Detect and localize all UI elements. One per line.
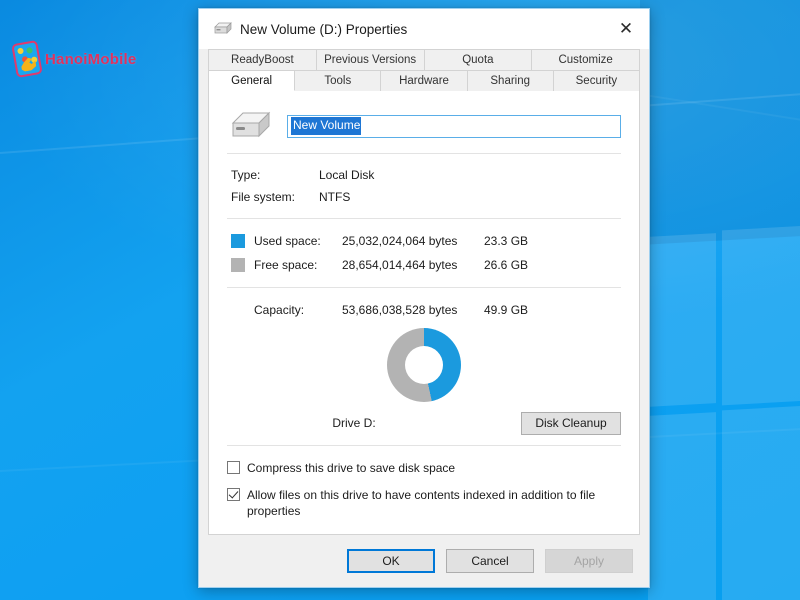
free-space-bytes: 28,654,014,464 bytes [342, 258, 484, 272]
tab-strip: ReadyBoost Previous Versions Quota Custo… [199, 49, 649, 91]
drive-info-table: Type: Local Disk File system: NTFS [231, 164, 621, 208]
divider [227, 445, 621, 446]
index-contents-checkbox[interactable] [227, 488, 240, 501]
disk-usage-donut [387, 328, 461, 402]
dialog-titlebar[interactable]: New Volume (D:) Properties ✕ [199, 9, 649, 49]
used-space-bytes: 25,032,024,064 bytes [342, 234, 484, 248]
index-contents-label: Allow files on this drive to have conten… [247, 487, 619, 519]
tab-readyboost[interactable]: ReadyBoost [209, 49, 317, 70]
wallpaper-window-pane [722, 406, 800, 600]
general-tab-panel: New Volume Type: Local Disk File system:… [208, 91, 640, 535]
drive-caption-row: Drive D: Disk Cleanup [227, 411, 621, 435]
tab-sharing[interactable]: Sharing [468, 70, 554, 91]
filesystem-label: File system: [231, 190, 319, 204]
desktop: HanoiMobile New Volume (D:) Properties ✕… [0, 0, 800, 600]
disk-usage-chart [227, 328, 621, 402]
tab-row-secondary: ReadyBoost Previous Versions Quota Custo… [208, 49, 640, 70]
filesystem-row: File system: NTFS [231, 186, 621, 208]
watermark-text: HanoiMobile [45, 51, 136, 68]
donut-hole [405, 346, 443, 384]
tab-tools[interactable]: Tools [295, 70, 381, 91]
used-space-label: Used space: [254, 234, 342, 248]
capacity-row: Capacity: 53,686,038,528 bytes 49.9 GB [254, 298, 621, 322]
options-checkbox-group: Compress this drive to save disk space A… [227, 460, 621, 519]
phone-wrench-icon [11, 40, 43, 78]
volume-name-row: New Volume [227, 109, 621, 143]
tab-general[interactable]: General [209, 70, 295, 91]
tab-quota[interactable]: Quota [425, 49, 533, 70]
wallpaper-window-pane [722, 226, 800, 406]
capacity-gb: 49.9 GB [484, 303, 544, 317]
close-icon: ✕ [619, 21, 633, 38]
drive-caption: Drive D: [227, 416, 521, 430]
wallpaper-shadow-pane [640, 0, 800, 245]
dialog-title: New Volume (D:) Properties [240, 22, 407, 37]
properties-dialog: New Volume (D:) Properties ✕ ReadyBoost … [198, 8, 650, 588]
cancel-button[interactable]: Cancel [446, 549, 534, 573]
type-label: Type: [231, 168, 319, 182]
wallpaper-window-pane [648, 412, 716, 600]
free-space-row: Free space: 28,654,014,464 bytes 26.6 GB [231, 253, 621, 277]
apply-button: Apply [545, 549, 633, 573]
tab-row-primary: General Tools Hardware Sharing Security [208, 70, 640, 91]
ok-button[interactable]: OK [347, 549, 435, 573]
disk-cleanup-button[interactable]: Disk Cleanup [521, 412, 621, 435]
volume-name-value: New Volume [291, 117, 361, 134]
divider [227, 287, 621, 288]
dialog-footer: OK Cancel Apply [199, 535, 649, 587]
free-space-gb: 26.6 GB [484, 258, 544, 272]
free-space-label: Free space: [254, 258, 342, 272]
capacity-label: Capacity: [254, 303, 342, 317]
compress-drive-option[interactable]: Compress this drive to save disk space [227, 460, 621, 476]
index-contents-option[interactable]: Allow files on this drive to have conten… [227, 487, 621, 519]
type-row: Type: Local Disk [231, 164, 621, 186]
capacity-bytes: 53,686,038,528 bytes [342, 303, 484, 317]
filesystem-value: NTFS [319, 190, 350, 204]
close-button[interactable]: ✕ [603, 9, 649, 49]
space-legend-table: Used space: 25,032,024,064 bytes 23.3 GB… [231, 229, 621, 277]
hard-drive-icon [227, 109, 273, 143]
tab-security[interactable]: Security [554, 70, 640, 91]
used-space-row: Used space: 25,032,024,064 bytes 23.3 GB [231, 229, 621, 253]
divider [227, 218, 621, 219]
wallpaper-window-pane [648, 233, 716, 407]
compress-drive-label: Compress this drive to save disk space [247, 460, 455, 476]
hard-drive-icon [212, 22, 232, 36]
free-space-swatch [231, 258, 245, 272]
tab-hardware[interactable]: Hardware [381, 70, 467, 91]
watermark-logo: HanoiMobile [14, 42, 136, 76]
divider [227, 153, 621, 154]
used-space-gb: 23.3 GB [484, 234, 544, 248]
volume-name-input[interactable]: New Volume [287, 115, 621, 138]
tab-customize[interactable]: Customize [532, 49, 640, 70]
type-value: Local Disk [319, 168, 374, 182]
compress-drive-checkbox[interactable] [227, 461, 240, 474]
used-space-swatch [231, 234, 245, 248]
wrench-icon [20, 57, 37, 72]
tab-previous-versions[interactable]: Previous Versions [317, 49, 425, 70]
